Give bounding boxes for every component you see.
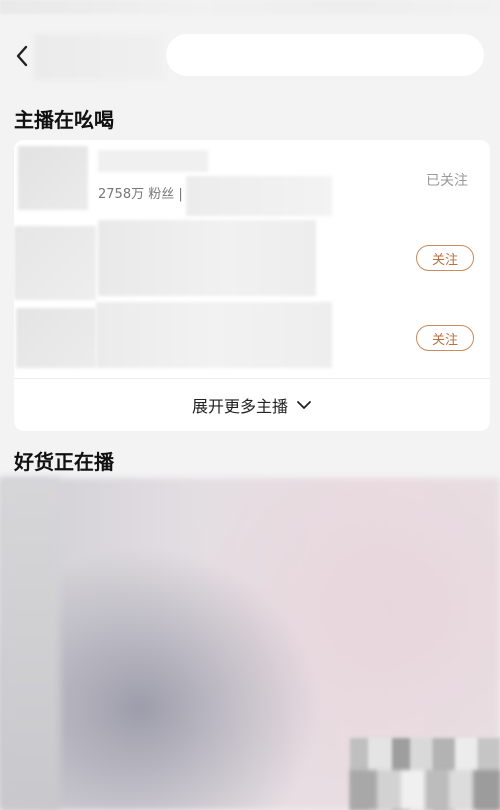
avatar <box>18 146 88 210</box>
back-button[interactable] <box>8 38 36 74</box>
follow-button[interactable]: 关注 <box>416 245 474 271</box>
streamer-info-blurred <box>96 302 332 368</box>
chevron-left-icon <box>16 45 28 67</box>
search-input[interactable] <box>166 34 484 76</box>
goods-section-title: 好货正在播 <box>14 450 114 474</box>
streamer-info-blurred <box>186 176 332 216</box>
live-goods-preview-edge <box>0 478 60 810</box>
follow-button[interactable]: 关注 <box>416 325 474 351</box>
streamer-row[interactable]: 2758万 粉丝 | 已关注 <box>14 140 490 218</box>
avatar <box>14 226 96 300</box>
streamer-row[interactable]: 关注 <box>14 300 490 376</box>
header <box>0 28 500 84</box>
goods-thumbnail-lower <box>350 770 500 810</box>
avatar <box>16 308 96 368</box>
chevron-down-icon <box>297 401 311 409</box>
streamer-name-blurred <box>98 150 208 172</box>
streamer-row[interactable]: 关注 <box>14 220 490 300</box>
status-bar <box>0 0 500 14</box>
expand-more-streamers-button[interactable]: 展开更多主播 <box>14 379 490 431</box>
followed-status: 已关注 <box>426 173 468 189</box>
streamer-fans-count: 2758万 粉丝 | <box>98 187 183 202</box>
streamers-card: 2758万 粉丝 | 已关注 关注 关注 展开更多主播 <box>14 140 490 431</box>
header-title-blurred <box>34 34 164 80</box>
streamers-section-title: 主播在吆喝 <box>14 108 114 132</box>
expand-label: 展开更多主播 <box>191 397 288 416</box>
streamer-info-blurred <box>98 220 316 296</box>
